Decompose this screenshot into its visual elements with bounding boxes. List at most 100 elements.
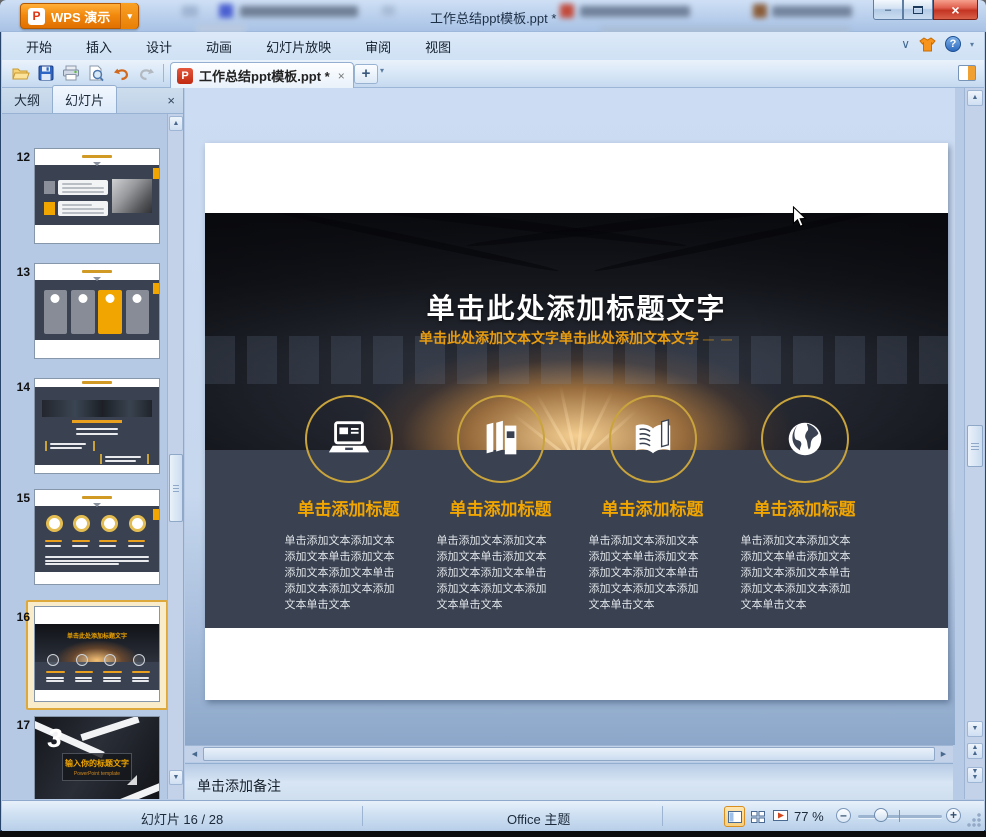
slide-thumbnail-16-selected[interactable]: 16 单击此处添加标题文字 [2,606,167,716]
slide-thumbnail-14[interactable]: 14 [2,378,167,476]
panel-scrollbar-thumb[interactable] [169,454,183,522]
slide-sorter-view-button[interactable] [747,806,768,827]
notes-placeholder[interactable]: 单击添加备注 [197,776,281,796]
slide-thumbnail-17[interactable]: 17 3 输入你的标题文字 PowerPoint template [2,716,167,799]
slideshow-view-button[interactable] [770,806,791,827]
horizontal-scrollbar-thumb[interactable] [203,747,935,761]
collapse-ribbon-icon[interactable]: ∨ [901,37,910,51]
window-resize-grip[interactable] [967,813,981,827]
wps-app-button[interactable]: P WPS 演示 ▾ [20,3,139,29]
menu-view[interactable]: 视图 [415,33,461,60]
feature-circle-2[interactable] [457,395,545,483]
horizontal-scrollbar[interactable]: ◀ ▶ [185,745,953,762]
thumbnail-image: 单击此处添加标题文字 [34,606,160,702]
save-icon [38,65,54,81]
document-tab-close-icon[interactable]: × [338,69,345,83]
slideshow-play-icon [773,810,788,823]
slide-thumbnail-12[interactable]: 12 [2,148,167,246]
content-column-2[interactable]: 单击添加标题 单击添加文本添加文本 添加文本单击添加文本 添加文本添加文本单击 … [437,495,565,613]
column-body: 单击添加文本添加文本 添加文本单击添加文本 添加文本添加文本单击 添加文本添加文… [741,533,869,613]
feature-circle-3[interactable] [609,395,697,483]
scroll-right-icon[interactable]: ▶ [936,747,951,761]
panel-scroll-down-icon[interactable]: ▼ [169,770,183,785]
new-tab-dropdown-icon[interactable]: ▾ [380,66,384,75]
zoom-slider-track[interactable] [858,815,942,818]
normal-view-button[interactable] [724,806,745,827]
feature-circle-4[interactable] [761,395,849,483]
menu-slideshow[interactable]: 幻灯片放映 [256,33,341,60]
thumbnail-image [34,378,160,474]
previous-slide-button[interactable]: ▲ ▲ [967,743,983,759]
close-button[interactable]: × [933,0,978,20]
background-window-blur [560,4,574,18]
slide-thumbnail-13[interactable]: 13 [2,263,167,361]
panel-scrollbar[interactable]: ▲ ▼ [167,114,183,799]
background-window-blur [382,6,395,16]
print-preview-icon [88,65,104,82]
menu-design[interactable]: 设计 [136,33,182,60]
content-column-3[interactable]: 单击添加标题 单击添加文本添加文本 添加文本单击添加文本 添加文本添加文本单击 … [589,495,717,613]
redo-button[interactable] [135,62,157,84]
zoom-out-button[interactable]: – [836,808,851,823]
menu-home[interactable]: 开始 [16,33,62,60]
minimize-button[interactable]: – [873,0,903,20]
print-preview-button[interactable] [85,62,107,84]
slide-subtitle-text[interactable]: 单击此处添加文本文字单击此处添加文本文字 — — [205,328,948,348]
menu-animation[interactable]: 动画 [196,33,242,60]
zoom-slider-midpoint [899,810,900,822]
menu-review[interactable]: 审阅 [355,33,401,60]
member-shirt-icon[interactable] [919,37,936,52]
zoom-level: 77 % [794,809,824,824]
slide-number: 16 [10,610,30,624]
column-body: 单击添加文本添加文本 添加文本单击添加文本 添加文本添加文本单击 添加文本添加文… [589,533,717,613]
panel-close-icon[interactable]: × [167,93,175,108]
title-bar[interactable]: P WPS 演示 ▾ 工作总结ppt模板.ppt * – × [0,0,986,32]
restore-button[interactable] [903,0,933,20]
panel-scroll-up-icon[interactable]: ▲ [169,116,183,131]
theme-name[interactable]: Office 主题 [507,809,570,828]
save-button[interactable] [35,62,57,84]
undo-button[interactable] [110,62,132,84]
wps-logo-icon: P [28,8,45,25]
zoom-in-button[interactable]: + [946,808,961,823]
vertical-scrollbar[interactable]: ▲ ▼ ▲ ▲ ▼ ▼ [964,88,984,799]
slide-panel: 大纲 幻灯片 × 12 [2,88,184,799]
new-tab-button[interactable]: + [354,64,378,84]
tab-slides[interactable]: 幻灯片 [52,85,117,113]
document-tab-label: 工作总结ppt模板.ppt * [199,66,330,85]
next-slide-button[interactable]: ▼ ▼ [967,767,983,783]
notes-pane[interactable]: 单击添加备注 [185,763,953,805]
document-tab[interactable]: P 工作总结ppt模板.ppt * × [170,62,354,88]
feature-circle-1[interactable] [305,395,393,483]
slide-number: 14 [10,380,30,394]
background-window-blur [240,6,358,17]
scroll-down-icon[interactable]: ▼ [967,721,983,737]
printer-icon [62,65,80,81]
thumbnail-image [34,148,160,244]
slide-editor-canvas[interactable]: 单击此处添加标题文字 单击此处添加文本文字单击此处添加文本文字 — — [185,88,955,745]
thumbnail-image [34,489,160,585]
menu-insert[interactable]: 插入 [76,33,122,60]
help-icon[interactable]: ? [945,36,961,52]
window-title: 工作总结ppt模板.ppt * [430,8,556,27]
print-button[interactable] [60,62,82,84]
zoom-slider-thumb[interactable] [874,808,888,822]
scroll-up-icon[interactable]: ▲ [967,90,983,106]
close-icon: × [951,2,959,18]
slide-title-text[interactable]: 单击此处添加标题文字 [205,287,948,327]
scroll-left-icon[interactable]: ◀ [187,747,202,761]
column-body: 单击添加文本添加文本 添加文本单击添加文本 添加文本添加文本单击 添加文本添加文… [437,533,565,613]
open-button[interactable] [10,62,32,84]
tab-outline[interactable]: 大纲 [2,86,52,113]
slide-16[interactable]: 单击此处添加标题文字 单击此处添加文本文字单击此处添加文本文字 — — [205,143,948,700]
content-column-4[interactable]: 单击添加标题 单击添加文本添加文本 添加文本单击添加文本 添加文本添加文本单击 … [741,495,869,613]
scrollbar-thumb[interactable] [967,425,983,467]
content-column-1[interactable]: 单击添加标题 单击添加文本添加文本 添加文本单击添加文本 添加文本添加文本单击 … [285,495,413,613]
task-pane-toggle-icon[interactable] [958,65,976,81]
column-heading: 单击添加标题 [741,495,869,520]
slide-sorter-icon [751,811,765,823]
menu-bar: 开始 插入 设计 动画 幻灯片放映 审阅 视图 ∨ ? ▾ [2,32,984,60]
slide-thumbnail-15[interactable]: 15 [2,489,167,587]
help-dropdown-icon[interactable]: ▾ [970,40,974,49]
wps-app-dropdown[interactable]: ▾ [120,3,138,29]
